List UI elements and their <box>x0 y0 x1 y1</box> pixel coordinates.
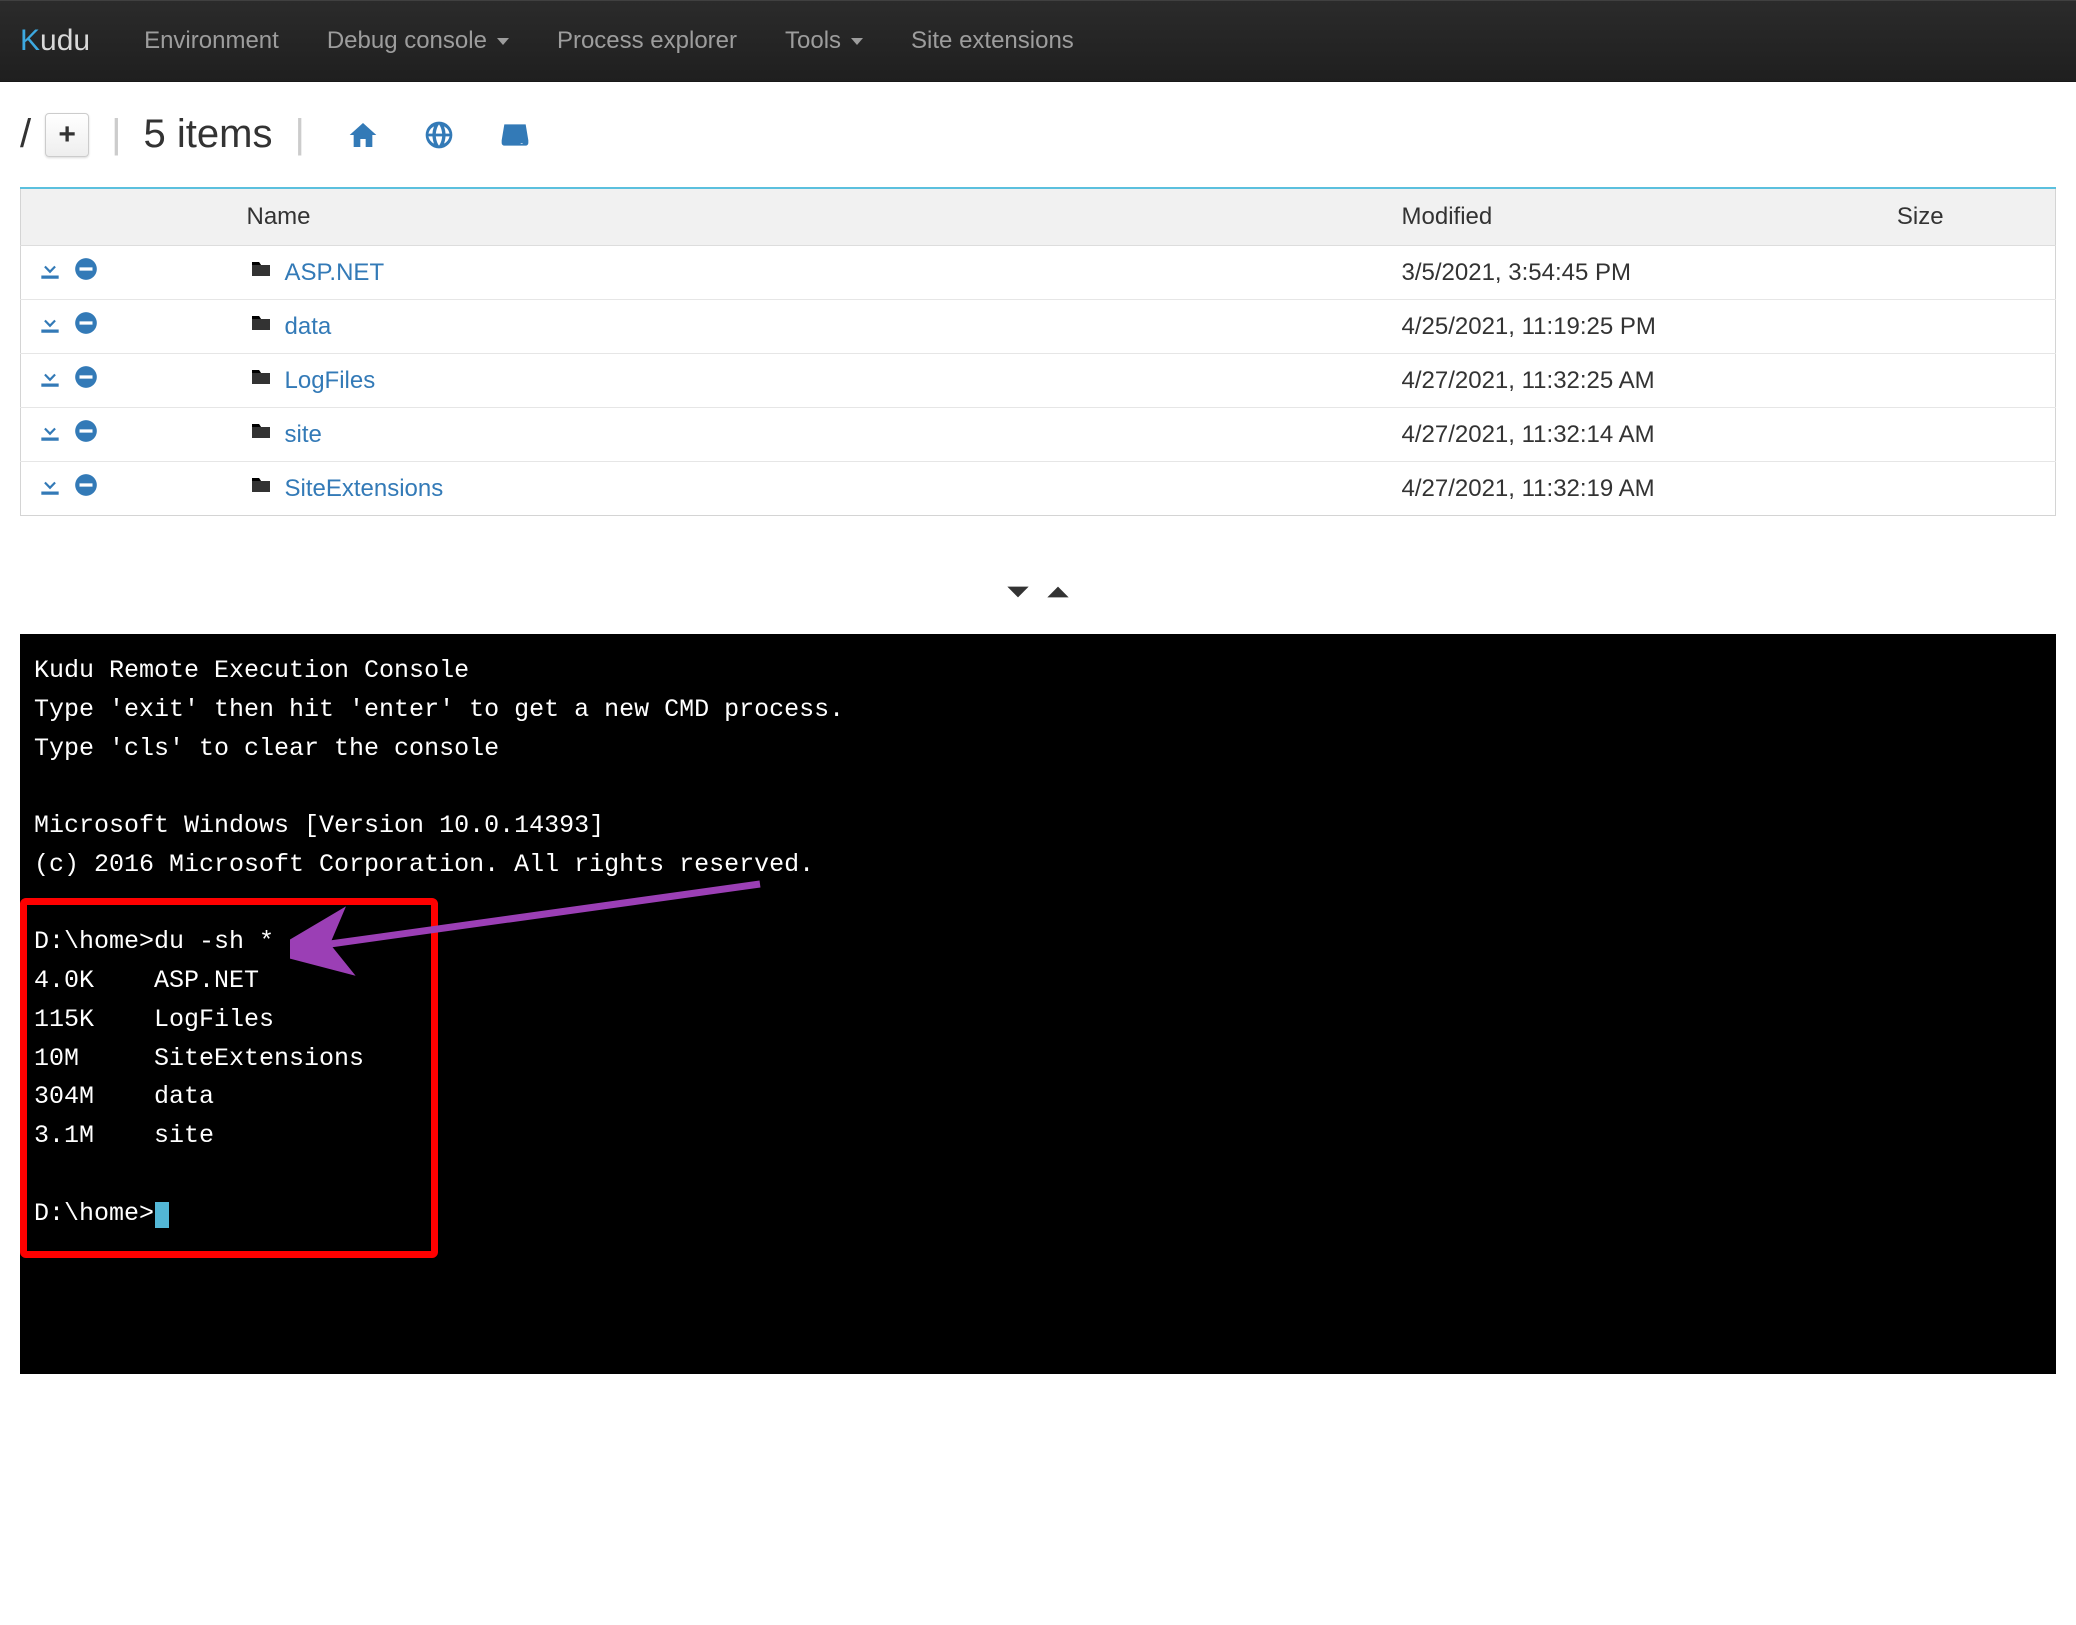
item-count: 5 items <box>144 112 273 157</box>
add-button[interactable]: + <box>45 113 89 157</box>
delete-icon[interactable] <box>73 364 99 397</box>
file-name-link[interactable]: LogFiles <box>285 367 376 395</box>
divider: | <box>103 112 129 157</box>
download-icon[interactable] <box>37 364 63 397</box>
download-icon[interactable] <box>37 472 63 505</box>
size-cell <box>1786 462 2056 516</box>
breadcrumb-root[interactable]: / <box>20 112 31 157</box>
download-icon[interactable] <box>37 310 63 343</box>
modified-cell: 4/27/2021, 11:32:25 AM <box>1386 354 1786 408</box>
delete-icon[interactable] <box>73 310 99 343</box>
plus-icon: + <box>58 118 76 152</box>
folder-icon <box>247 257 275 288</box>
nav-debug-console[interactable]: Debug console <box>303 27 533 55</box>
navbar: Kudu Environment Debug console Process e… <box>0 0 2076 82</box>
nav-environment[interactable]: Environment <box>120 27 303 55</box>
console-toggle <box>0 526 2076 634</box>
modified-cell: 4/25/2021, 11:19:25 PM <box>1386 300 1786 354</box>
download-icon[interactable] <box>37 256 63 289</box>
table-row: SiteExtensions 4/27/2021, 11:32:19 AM <box>21 462 2056 516</box>
table-row: data 4/25/2021, 11:19:25 PM <box>21 300 2056 354</box>
modified-cell: 4/27/2021, 11:32:14 AM <box>1386 408 1786 462</box>
folder-icon <box>247 311 275 342</box>
brand-logo[interactable]: Kudu <box>20 24 90 58</box>
delete-icon[interactable] <box>73 472 99 505</box>
modified-cell: 3/5/2021, 3:54:45 PM <box>1386 246 1786 300</box>
nav-site-extensions[interactable]: Site extensions <box>887 27 1098 55</box>
col-modified-header[interactable]: Modified <box>1386 188 1786 246</box>
console[interactable]: Kudu Remote Execution Console Type 'exit… <box>20 634 2056 1374</box>
delete-icon[interactable] <box>73 418 99 451</box>
col-actions-header <box>21 188 231 246</box>
file-name-link[interactable]: site <box>285 421 322 449</box>
download-icon[interactable] <box>37 418 63 451</box>
brand-rest: udu <box>40 24 90 58</box>
nav-process-explorer[interactable]: Process explorer <box>533 27 761 55</box>
divider: | <box>286 112 312 157</box>
console-container: Kudu Remote Execution Console Type 'exit… <box>20 634 2056 1374</box>
caret-down-icon <box>851 38 863 45</box>
nav-tools[interactable]: Tools <box>761 27 887 55</box>
size-cell <box>1786 354 2056 408</box>
delete-icon[interactable] <box>73 256 99 289</box>
folder-icon <box>247 365 275 396</box>
modified-cell: 4/27/2021, 11:32:19 AM <box>1386 462 1786 516</box>
table-row: ASP.NET 3/5/2021, 3:54:45 PM <box>21 246 2056 300</box>
size-cell <box>1786 246 2056 300</box>
folder-icon <box>247 473 275 504</box>
table-row: LogFiles 4/27/2021, 11:32:25 AM <box>21 354 2056 408</box>
globe-icon[interactable] <box>423 119 455 151</box>
col-name-header[interactable]: Name <box>231 188 1386 246</box>
brand-k: K <box>20 24 40 58</box>
toolbar: / + | 5 items | <box>0 82 2076 177</box>
chevron-down-icon[interactable] <box>1002 576 1034 614</box>
file-name-link[interactable]: SiteExtensions <box>285 475 444 503</box>
file-name-link[interactable]: ASP.NET <box>285 259 385 287</box>
caret-down-icon <box>497 38 509 45</box>
disk-icon[interactable] <box>499 119 531 151</box>
size-cell <box>1786 300 2056 354</box>
table-row: site 4/27/2021, 11:32:14 AM <box>21 408 2056 462</box>
size-cell <box>1786 408 2056 462</box>
file-name-link[interactable]: data <box>285 313 332 341</box>
chevron-up-icon[interactable] <box>1042 576 1074 614</box>
home-icon[interactable] <box>347 119 379 151</box>
folder-icon <box>247 419 275 450</box>
file-table: Name Modified Size ASP.NET 3/5/2021, 3:54… <box>20 187 2056 516</box>
cursor <box>155 1202 169 1228</box>
col-size-header[interactable]: Size <box>1786 188 2056 246</box>
